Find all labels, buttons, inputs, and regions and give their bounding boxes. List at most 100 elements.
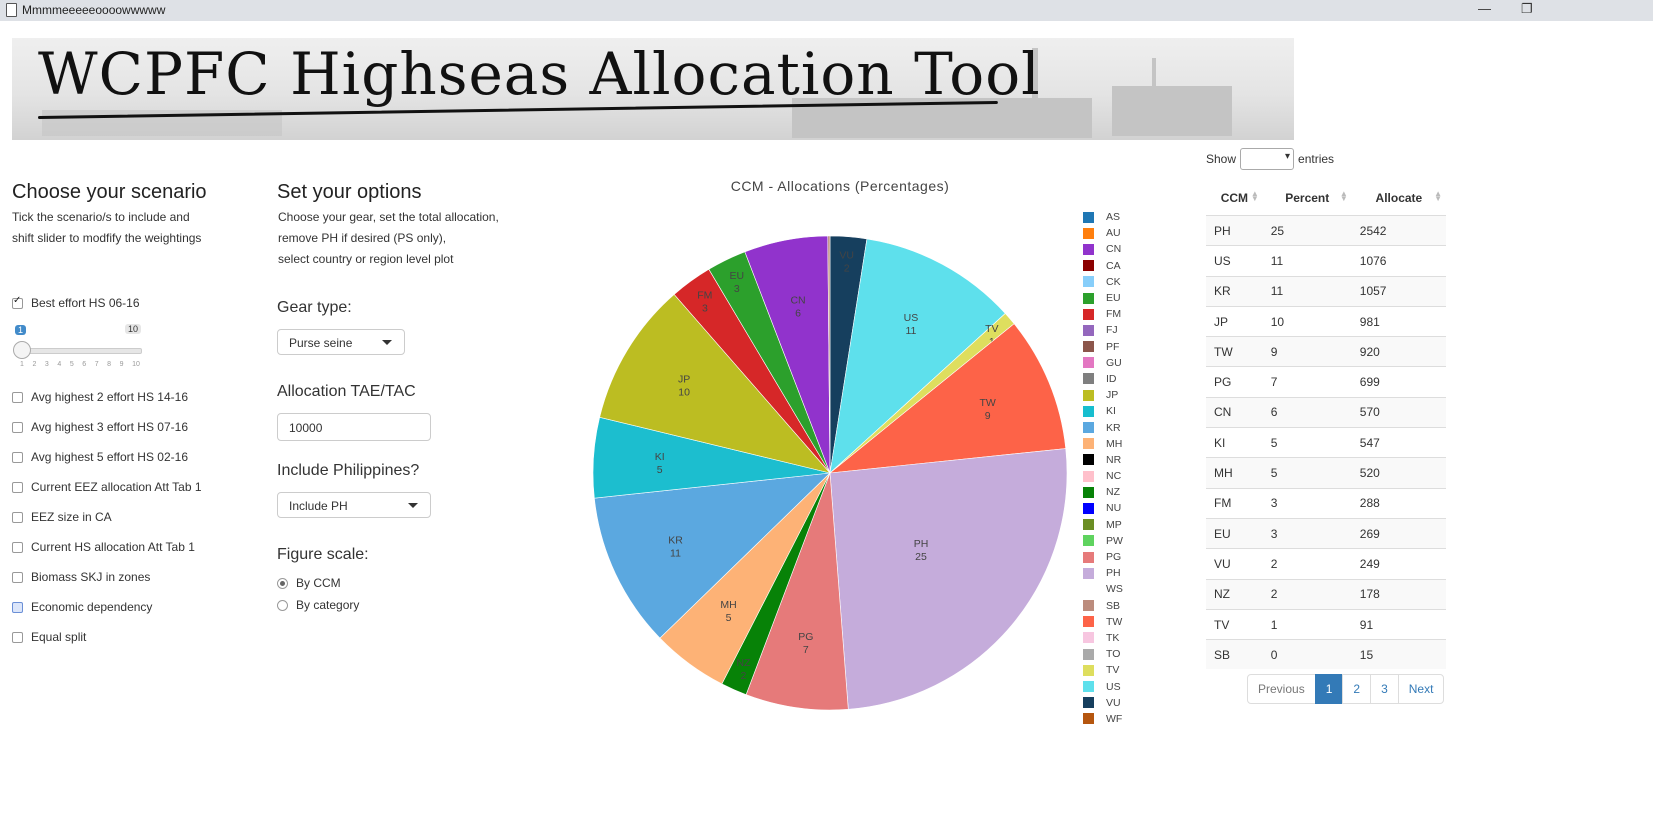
pie-slice-jp[interactable] (599, 293, 831, 474)
legend-item[interactable]: PF (1083, 339, 1123, 355)
pie-slice-us[interactable] (829, 238, 1006, 474)
radio-button[interactable] (277, 599, 288, 611)
checkbox[interactable] (12, 571, 23, 583)
legend-item[interactable]: GU (1083, 355, 1123, 371)
legend-item[interactable]: WF (1083, 711, 1123, 727)
scenario-checkbox-4[interactable]: Current EEZ allocation Att Tab 1 (12, 480, 202, 494)
legend-item[interactable]: KI (1083, 403, 1123, 419)
legend-item[interactable]: NR (1083, 452, 1123, 468)
include-ph-select[interactable]: Include PH (277, 492, 431, 518)
checkbox[interactable] (12, 481, 23, 493)
sort-icon: ▲ ▼ (1250, 189, 1259, 203)
pie-slice-vu[interactable] (829, 235, 868, 474)
checkbox[interactable] (12, 421, 23, 433)
pie-slice-fm[interactable] (673, 268, 831, 474)
legend-item[interactable]: TO (1083, 646, 1123, 662)
legend-label: WF (1106, 712, 1123, 725)
legend-item[interactable]: US (1083, 678, 1123, 694)
legend-item[interactable]: FJ (1083, 322, 1123, 338)
page-1-button[interactable]: 1 (1314, 674, 1344, 704)
scenario-checkbox-7[interactable]: Biomass SKJ in zones (12, 570, 150, 584)
next-button[interactable]: Next (1397, 674, 1445, 704)
legend-item[interactable]: AU (1083, 225, 1123, 241)
entries-select[interactable] (1240, 148, 1295, 170)
legend-item[interactable]: PH (1083, 565, 1123, 581)
legend-swatch (1083, 681, 1094, 693)
weighting-slider[interactable]: 1 10 12 34 56 78 9 10 (12, 322, 142, 372)
radio-button[interactable] (277, 577, 288, 589)
pie-label-percent: 6 (795, 307, 801, 319)
legend-item[interactable]: CA (1083, 258, 1123, 274)
column-header-ccm[interactable]: CCM ▲ ▼ (1206, 180, 1263, 216)
table-cell: PH (1206, 214, 1263, 246)
legend-item[interactable]: NU (1083, 500, 1123, 516)
legend-label: EU (1106, 292, 1121, 305)
table-cell: 547 (1351, 427, 1446, 458)
pie-slice-ki[interactable] (592, 416, 831, 499)
legend-item[interactable]: PW (1083, 533, 1123, 549)
legend-item[interactable]: TV (1083, 662, 1123, 678)
legend-item[interactable]: MH (1083, 436, 1123, 452)
pie-slice-kr[interactable] (594, 472, 831, 639)
scenario-checkbox-6[interactable]: Current HS allocation Att Tab 1 (12, 540, 195, 554)
checkbox[interactable] (12, 601, 23, 613)
radio-by-ccm[interactable]: By CCM (277, 576, 341, 590)
previous-button[interactable]: Previous (1247, 674, 1316, 704)
legend-item[interactable]: TW (1083, 614, 1123, 630)
scenario-checkbox-9[interactable]: Equal split (12, 630, 86, 644)
checkbox[interactable] (12, 295, 23, 309)
column-header-allocate[interactable]: Allocate ▲ ▼ (1351, 180, 1446, 216)
pie-slice-tw[interactable] (829, 323, 1067, 474)
column-header-percent[interactable]: Percent ▲ ▼ (1262, 180, 1352, 216)
pie-slice-eu[interactable] (708, 251, 831, 474)
legend-item[interactable]: FM (1083, 306, 1123, 322)
slider-track[interactable] (20, 348, 142, 354)
scenario-checkbox-0[interactable]: Best effort HS 06-16 (12, 295, 140, 310)
scenario-checkbox-1[interactable]: Avg highest 2 effort HS 14-16 (12, 390, 188, 404)
checkbox[interactable] (12, 451, 23, 463)
slider-handle[interactable] (13, 341, 31, 359)
legend-item[interactable]: MP (1083, 517, 1123, 533)
legend-item[interactable]: EU (1083, 290, 1123, 306)
scenario-checkbox-8[interactable]: Economic dependency (12, 600, 152, 614)
page-3-button[interactable]: 3 (1370, 674, 1399, 704)
pie-slice-tv[interactable] (829, 313, 1015, 474)
checkbox[interactable] (12, 391, 23, 403)
legend-item[interactable]: CK (1083, 274, 1123, 290)
legend-item[interactable]: NZ (1083, 484, 1123, 500)
pie-label-ccm: VU (839, 249, 854, 261)
radio-by-category[interactable]: By category (277, 598, 359, 612)
scenario-checkbox-5[interactable]: EEZ size in CA (12, 510, 112, 524)
legend-item[interactable]: KR (1083, 419, 1123, 435)
legend-item[interactable]: SB (1083, 598, 1123, 614)
legend-item[interactable]: VU (1083, 695, 1123, 711)
legend-item[interactable]: PG (1083, 549, 1123, 565)
pie-slice-nz[interactable] (721, 472, 831, 696)
window-title: Mmmmeeeeeoooowwwww (22, 3, 166, 17)
minimize-button[interactable]: — (1478, 1, 1491, 16)
pie-slice-pg[interactable] (745, 472, 849, 711)
gear-type-select[interactable]: Purse seine (277, 329, 405, 355)
allocation-input[interactable]: 10000 (277, 413, 431, 441)
table-cell: 11 (1262, 245, 1352, 277)
chevron-down-icon (382, 340, 392, 345)
checkbox[interactable] (12, 541, 23, 553)
legend-item[interactable]: ID (1083, 371, 1123, 387)
scenario-checkbox-3[interactable]: Avg highest 5 effort HS 02-16 (12, 450, 188, 464)
legend-item[interactable]: AS (1083, 209, 1123, 225)
checkbox[interactable] (12, 631, 23, 643)
restore-button[interactable]: ❐ (1521, 1, 1533, 17)
legend-item[interactable]: WS (1083, 581, 1123, 597)
legend-item[interactable]: CN (1083, 241, 1123, 257)
pie-slice-cn[interactable] (744, 235, 831, 474)
pie-slice-ph[interactable] (829, 448, 1068, 710)
legend-item[interactable]: TK (1083, 630, 1123, 646)
checkbox[interactable] (12, 511, 23, 523)
pie-slice-mh[interactable] (659, 472, 831, 685)
legend-item[interactable]: JP (1083, 387, 1123, 403)
page-2-button[interactable]: 2 (1342, 674, 1372, 704)
pie-slice-sb[interactable] (827, 235, 831, 474)
scenario-checkbox-2[interactable]: Avg highest 3 effort HS 07-16 (12, 420, 188, 434)
table-cell: 1076 (1351, 245, 1446, 277)
legend-item[interactable]: NC (1083, 468, 1123, 484)
